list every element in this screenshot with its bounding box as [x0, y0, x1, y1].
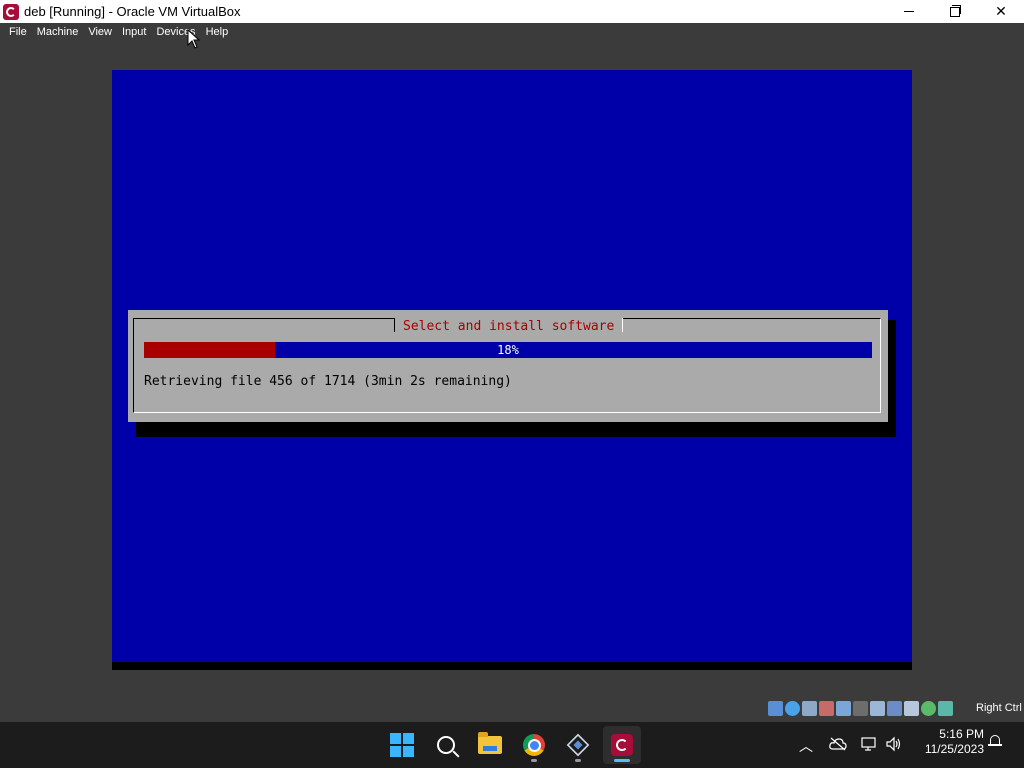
status-icons	[768, 701, 953, 716]
network-icon[interactable]	[819, 701, 834, 716]
shared-folders-icon[interactable]	[853, 701, 868, 716]
start-button[interactable]	[383, 726, 421, 764]
mouse-cursor-icon	[187, 29, 201, 49]
system-clock[interactable]: 5:16 PM 11/25/2023	[914, 727, 984, 757]
hard-disk-icon[interactable]	[768, 701, 783, 716]
vm-bottom-border	[112, 662, 912, 670]
minimize-button[interactable]	[886, 0, 932, 23]
menu-input[interactable]: Input	[117, 23, 151, 42]
vm-status-bar: Right Ctrl	[0, 698, 1024, 720]
onedrive-icon[interactable]	[829, 737, 847, 751]
usb-icon[interactable]	[836, 701, 851, 716]
running-indicator	[531, 759, 537, 762]
close-icon: ✕	[995, 3, 1007, 19]
display-icon[interactable]	[870, 701, 885, 716]
debian-vm-icon	[611, 734, 633, 756]
restore-icon	[950, 4, 961, 17]
progress-bar: 18%	[144, 342, 872, 358]
dialog-title-box: Select and install software	[394, 318, 624, 334]
notifications-bell-icon[interactable]	[988, 734, 1002, 748]
video-capture-icon[interactable]	[887, 701, 902, 716]
search-icon	[437, 736, 455, 754]
host-key-label[interactable]: Right Ctrl	[976, 702, 1022, 714]
debian-vm-button[interactable]	[603, 726, 641, 764]
mouse-integration-icon[interactable]	[938, 701, 953, 716]
dialog-frame: Select and install software	[133, 318, 881, 413]
clock-time: 5:16 PM	[939, 727, 984, 741]
volume-icon[interactable]	[885, 736, 903, 752]
vm-display[interactable]: Select and install software 18% Retrievi…	[112, 70, 912, 670]
virtualization-icon[interactable]	[904, 701, 919, 716]
menu-file[interactable]: File	[4, 23, 32, 42]
dialog-title: Select and install software	[403, 318, 615, 334]
progress-status-text: Retrieving file 456 of 1714 (3min 2s rem…	[144, 374, 512, 389]
file-explorer-icon	[478, 732, 502, 754]
menu-view[interactable]: View	[83, 23, 117, 42]
menu-machine[interactable]: Machine	[32, 23, 84, 42]
progress-label: 18%	[497, 343, 519, 357]
virtualbox-icon	[566, 733, 590, 757]
taskbar: ︿	[0, 722, 1024, 768]
start-icon	[390, 733, 414, 757]
audio-icon[interactable]	[802, 701, 817, 716]
active-indicator	[614, 759, 630, 762]
optical-drive-icon[interactable]	[785, 701, 800, 716]
debian-app-icon	[3, 3, 19, 20]
clock-date: 11/25/2023	[924, 742, 984, 756]
minimize-icon	[904, 11, 914, 12]
search-button[interactable]	[427, 726, 465, 764]
menu-help[interactable]: Help	[201, 23, 234, 42]
window-titlebar[interactable]: deb [Running] - Oracle VM VirtualBox ✕	[0, 0, 1024, 23]
network-tray-icon[interactable]	[861, 736, 879, 752]
show-hidden-icons-chevron-icon[interactable]: ︿	[799, 736, 813, 756]
guest-additions-icon[interactable]	[921, 701, 936, 716]
virtualbox-button[interactable]	[559, 726, 597, 764]
menu-bar: File Machine View Input Devices Help	[0, 23, 1024, 42]
window-title: deb [Running] - Oracle VM VirtualBox	[24, 4, 241, 19]
close-button[interactable]: ✕	[978, 0, 1024, 23]
file-explorer-button[interactable]	[471, 726, 509, 764]
running-indicator	[575, 759, 581, 762]
maximize-button[interactable]	[932, 0, 978, 23]
installer-dialog: Select and install software 18% Retrievi…	[128, 310, 888, 422]
chrome-button[interactable]	[515, 726, 553, 764]
chrome-icon	[523, 734, 545, 756]
